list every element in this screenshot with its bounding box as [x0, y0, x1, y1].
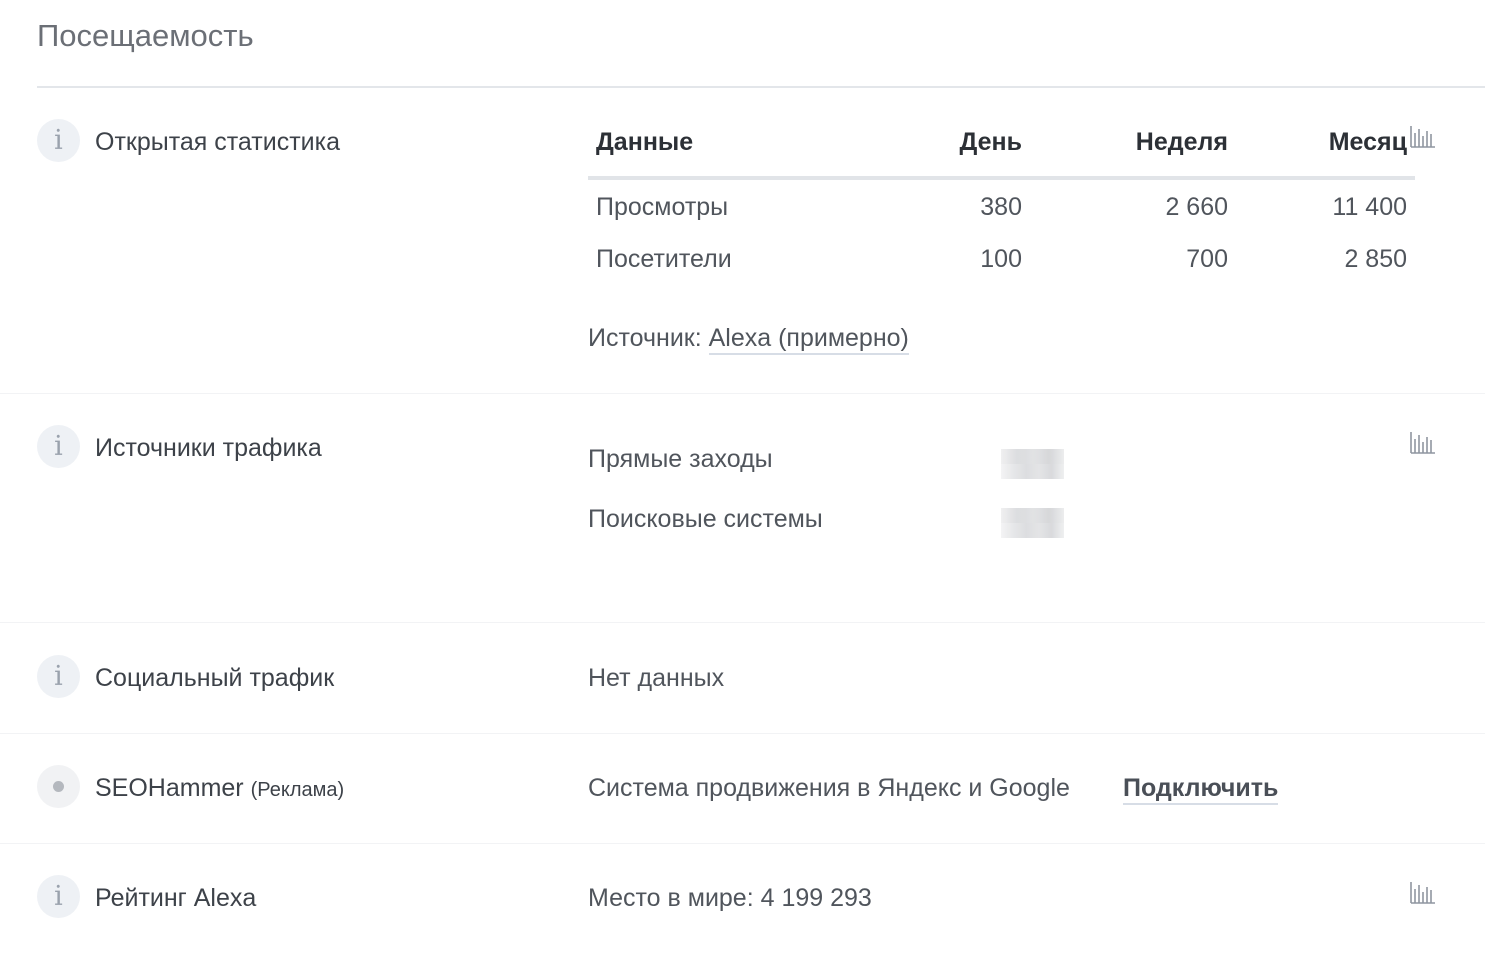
- title-divider: [37, 86, 1485, 88]
- bar-chart-icon[interactable]: [1410, 430, 1436, 454]
- social-traffic-value: Нет данных: [588, 664, 725, 692]
- table-cell-week: 2 660: [1165, 193, 1228, 221]
- ad-note: (Реклама): [250, 779, 345, 801]
- seohammer-description: Система продвижения в Яндекс и Google: [588, 774, 1070, 802]
- page-title: Посещаемость: [37, 18, 254, 53]
- source-prefix: Источник:: [588, 324, 702, 352]
- connect-link-wrapper: Подключить: [1123, 774, 1279, 805]
- row-divider: [0, 843, 1485, 844]
- dot-icon: [37, 765, 80, 808]
- table-header-divider: [588, 176, 1415, 180]
- table-cell-month: 2 850: [1344, 245, 1407, 273]
- source-line: Источник: Alexa (примерно): [588, 324, 909, 355]
- table-header-week: Неделя: [1135, 128, 1228, 156]
- open-stats-label: Открытая статистика: [95, 128, 341, 156]
- row-divider: [0, 393, 1485, 394]
- seohammer-name: SEOHammer: [95, 774, 244, 802]
- table-cell-label: Посетители: [596, 245, 732, 273]
- traffic-source-search: Поисковые системы: [588, 505, 823, 533]
- blurred-value: [1001, 449, 1064, 479]
- table-cell-day: 380: [980, 193, 1022, 221]
- seohammer-label: SEOHammer (Реклама): [95, 774, 344, 803]
- table-header-data: Данные: [596, 128, 694, 156]
- alexa-rank-value: Место в мире: 4 199 293: [588, 884, 872, 912]
- traffic-sources-label: Источники трафика: [95, 434, 322, 462]
- blurred-value: [1001, 508, 1064, 538]
- table-cell-week: 700: [1186, 245, 1228, 273]
- bar-chart-icon[interactable]: [1410, 880, 1436, 904]
- table-cell-label: Просмотры: [596, 193, 729, 221]
- info-icon[interactable]: i: [37, 875, 80, 918]
- info-icon[interactable]: i: [37, 119, 80, 162]
- social-traffic-label: Социальный трафик: [95, 664, 335, 692]
- table-cell-day: 100: [980, 245, 1022, 273]
- source-link[interactable]: Alexa (примерно): [708, 324, 909, 355]
- alexa-rank-label: Рейтинг Alexa: [95, 884, 257, 912]
- traffic-source-direct: Прямые заходы: [588, 445, 773, 473]
- connect-link[interactable]: Подключить: [1123, 774, 1279, 805]
- table-cell-month: 11 400: [1332, 193, 1407, 221]
- table-header-month: Месяц: [1328, 128, 1407, 156]
- row-divider: [0, 622, 1485, 623]
- row-divider: [0, 733, 1485, 734]
- bar-chart-icon[interactable]: [1410, 124, 1436, 148]
- info-icon[interactable]: i: [37, 655, 80, 698]
- info-icon[interactable]: i: [37, 425, 80, 468]
- table-header-day: День: [959, 128, 1023, 156]
